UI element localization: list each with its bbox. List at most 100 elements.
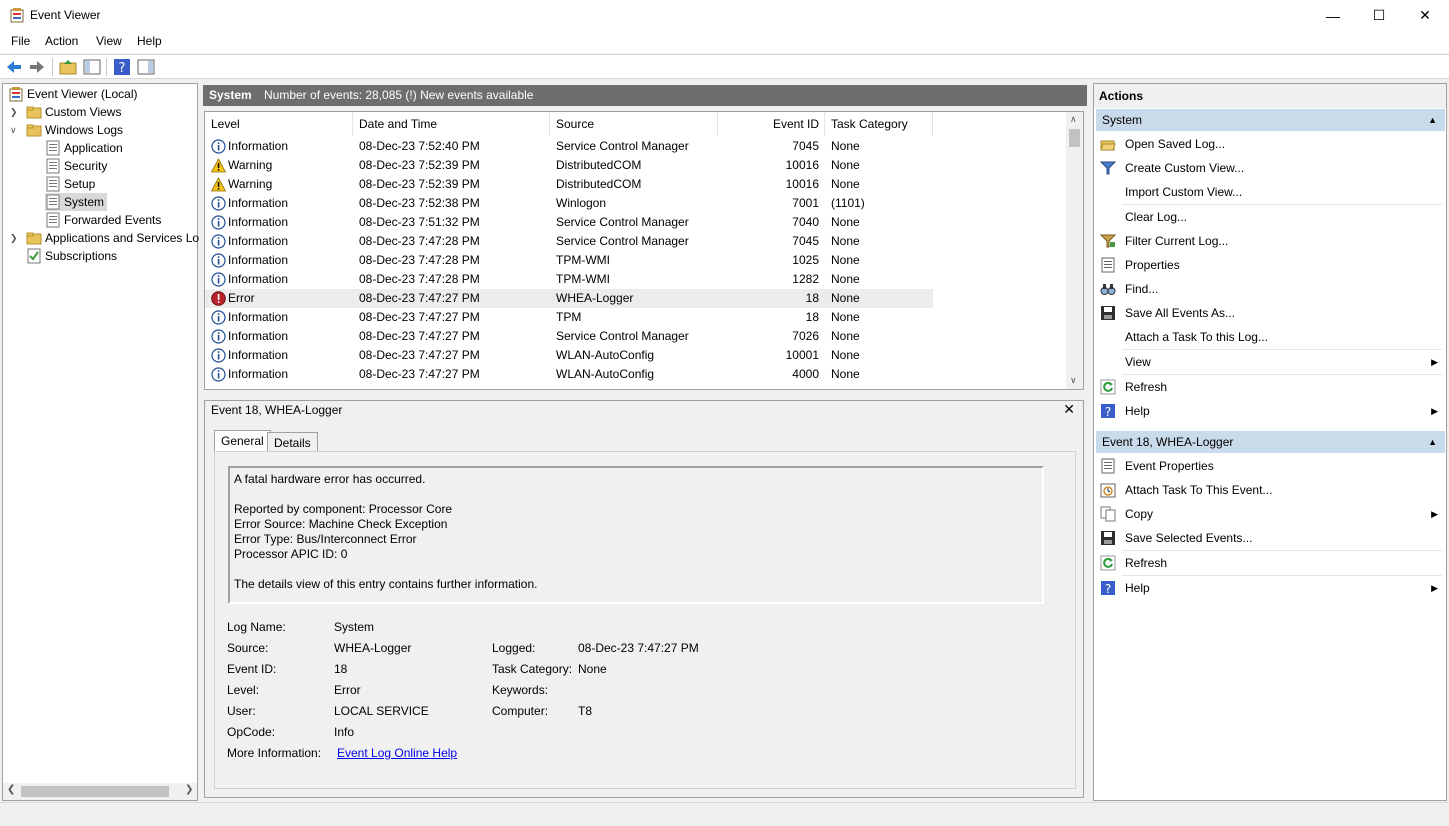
action-attach-a-task-to-this-log[interactable]: Attach a Task To this Log... [1098,325,1444,349]
cell-id: 10016 [785,177,819,191]
table-row[interactable]: Information 08-Dec-23 7:51:32 PM Service C… [205,213,933,232]
tree-item-event-viewer-local[interactable]: Event Viewer (Local) [8,85,138,103]
log-icon [46,140,60,156]
table-row[interactable]: Warning 08-Dec-23 7:52:39 PM DistributedCO… [205,156,933,175]
table-row[interactable]: Information 08-Dec-23 7:52:40 PM Service C… [205,137,933,156]
actions-section-system[interactable]: System ▲ [1096,109,1445,131]
cell-source: WHEA-Logger [556,291,634,305]
menu-action[interactable]: Action [45,34,78,48]
column-header-source[interactable]: Source [550,112,718,136]
tree-item-forwarded-events[interactable]: Forwarded Events [45,211,161,229]
table-row[interactable]: Information 08-Dec-23 7:47:28 PM TPM-WMI 12… [205,270,933,289]
action-import-custom-view[interactable]: Import Custom View... [1098,180,1444,204]
minimize-button[interactable]: — [1310,0,1356,31]
column-header-level[interactable]: Level [205,112,353,136]
collapse-triangle-icon[interactable]: ▲ [1428,109,1437,131]
info-icon [211,348,226,363]
action-event-properties[interactable]: Event Properties [1098,454,1444,478]
table-row[interactable]: Information 08-Dec-23 7:47:28 PM Service C… [205,232,933,251]
cell-id: 7026 [792,329,819,343]
table-row[interactable]: Warning 08-Dec-23 7:52:39 PM DistributedCO… [205,175,933,194]
menu-file[interactable]: File [11,34,30,48]
source-value: WHEA-Logger [334,641,412,655]
back-arrow-icon[interactable] [5,58,23,76]
expand-arrow-icon[interactable]: ❯ [10,233,18,244]
cell-id: 18 [805,310,819,324]
expand-arrow-icon[interactable]: ❯ [10,107,18,118]
action-properties[interactable]: Properties [1098,253,1444,277]
actions-section-event[interactable]: Event 18, WHEA-Logger ▲ [1096,431,1445,453]
action-view[interactable]: View ▶ [1098,350,1444,374]
scroll-right-icon[interactable]: ❯ [185,784,193,795]
action-refresh[interactable]: Refresh [1098,551,1444,575]
save-icon [1100,305,1116,321]
cell-id: 7045 [792,139,819,153]
detail-close-icon[interactable]: ✕ [1063,401,1075,418]
action-create-custom-view[interactable]: Create Custom View... [1098,156,1444,180]
forward-arrow-icon[interactable] [28,58,46,76]
table-row[interactable]: Error 08-Dec-23 7:47:27 PM WHEA-Logger 18 No… [205,289,933,308]
event-log-online-help-link[interactable]: Event Log Online Help [337,746,457,760]
action-copy[interactable]: Copy ▶ [1098,502,1444,526]
collapse-arrow-icon[interactable]: ∨ [10,125,17,136]
close-button[interactable]: ✕ [1402,0,1448,31]
submenu-arrow-icon: ▶ [1431,583,1438,593]
maximize-button[interactable]: ☐ [1356,0,1402,31]
menu-help[interactable]: Help [137,34,162,48]
action-refresh[interactable]: Refresh [1098,375,1444,399]
tree-item-setup[interactable]: Setup [45,175,95,193]
tree-item-applications-and-services[interactable]: Applications and Services Lo [26,229,199,247]
tree-item-windows-logs[interactable]: Windows Logs [26,121,123,139]
action-clear-log[interactable]: Clear Log... [1098,205,1444,229]
tree-item-subscriptions[interactable]: Subscriptions [26,247,117,265]
scrollbar-thumb[interactable] [21,786,169,797]
scrollbar-thumb[interactable] [1069,129,1080,147]
scroll-left-icon[interactable]: ❮ [7,784,15,795]
table-row[interactable]: Information 08-Dec-23 7:47:27 PM WLAN-Auto… [205,346,933,365]
table-row[interactable]: Information 08-Dec-23 7:47:27 PM TPM 18 None [205,308,933,327]
menu-view[interactable]: View [96,34,122,48]
table-row[interactable]: Information 08-Dec-23 7:52:38 PM Winlogon 7… [205,194,933,213]
action-help[interactable]: ? Help ▶ [1098,399,1444,423]
action-label: Event Properties [1125,459,1214,473]
tab-general[interactable]: General [214,430,271,452]
scroll-up-icon[interactable]: ∧ [1070,114,1077,125]
tree-item-system[interactable]: System [45,193,108,211]
scroll-down-icon[interactable]: ∨ [1070,375,1077,386]
tree-item-security[interactable]: Security [45,157,107,175]
action-save-selected-events[interactable]: Save Selected Events... [1098,526,1444,550]
tree-item-label: Applications and Services Lo [45,231,200,245]
action-save-all-events-as[interactable]: Save All Events As... [1098,301,1444,325]
event-list-vertical-scrollbar[interactable]: ∧ ∨ [1066,112,1083,389]
more-information-label: More Information: [227,746,322,760]
action-open-saved-log[interactable]: Open Saved Log... [1098,132,1444,156]
table-row[interactable]: Information 08-Dec-23 7:47:27 PM WLAN-Auto… [205,365,933,384]
title-bar: Event Viewer — ☐ ✕ [0,0,1449,31]
log-icon [46,194,60,210]
tab-details[interactable]: Details [267,432,318,452]
help-icon[interactable]: ? [113,58,131,76]
collapse-triangle-icon[interactable]: ▲ [1428,431,1437,453]
status-bar [0,802,1449,826]
action-help[interactable]: ? Help ▶ [1098,576,1444,600]
tree-item-label: Forwarded Events [64,213,162,227]
tree-item-custom-views[interactable]: Custom Views [26,103,121,121]
show-hide-console-tree-icon[interactable] [83,58,101,76]
show-hide-action-pane-icon[interactable] [137,58,155,76]
event-description-box[interactable]: A fatal hardware error has occurred. Rep… [228,466,1044,604]
properties-icon [1100,257,1116,273]
tree-horizontal-scrollbar[interactable]: ❮ ❯ [3,783,197,800]
general-tab-panel: A fatal hardware error has occurred. Rep… [214,451,1076,789]
action-find[interactable]: Find... [1098,277,1444,301]
action-attach-task-to-this-event[interactable]: Attach Task To This Event... [1098,478,1444,502]
column-header-date-time[interactable]: Date and Time [353,112,550,136]
up-folder-icon[interactable] [59,58,77,76]
column-header-task-category[interactable]: Task Category [825,112,933,136]
info-icon [211,196,226,211]
table-row[interactable]: Information 08-Dec-23 7:47:27 PM Service C… [205,327,933,346]
column-header-event-id[interactable]: Event ID [718,112,825,136]
tree-item-application[interactable]: Application [45,139,123,157]
action-filter-current-log[interactable]: Filter Current Log... [1098,229,1444,253]
svg-text:?: ? [1105,582,1111,596]
table-row[interactable]: Information 08-Dec-23 7:47:28 PM TPM-WMI 10… [205,251,933,270]
